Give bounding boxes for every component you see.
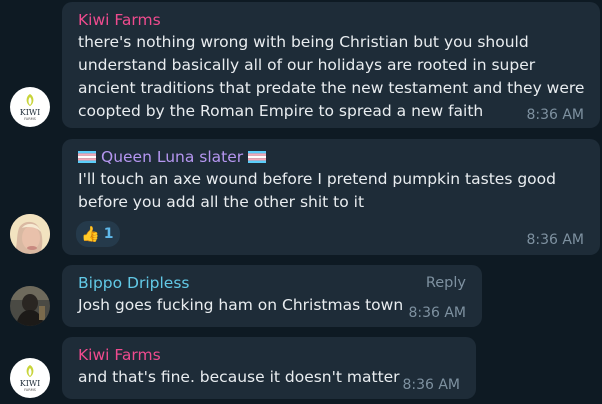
svg-text:KIWI: KIWI — [20, 108, 41, 117]
message-time: 8:36 AM — [526, 232, 584, 248]
reply-button[interactable]: Reply — [426, 274, 466, 292]
thumbs-up-icon: 👍 — [81, 225, 100, 243]
sender-name[interactable]: Queen Luna slater — [78, 146, 586, 168]
reaction-count: 1 — [103, 226, 114, 242]
sender-name[interactable]: Kiwi Farms — [78, 344, 462, 366]
sender-name[interactable]: Kiwi Farms — [78, 9, 586, 31]
svg-text:KIWI: KIWI — [20, 379, 41, 388]
svg-text:FARMS: FARMS — [24, 117, 37, 121]
message-bubble[interactable]: Kiwi Farms there's nothing wrong with be… — [62, 2, 600, 128]
message-time: 8:36 AM — [402, 377, 460, 393]
trans-flag-icon — [78, 151, 96, 163]
message-time: 8:36 AM — [408, 305, 466, 321]
kiwi-farms-logo-icon: KIWI FARMS — [20, 365, 41, 392]
sender-name[interactable]: Bippo Dripless — [78, 272, 468, 294]
reaction-thumbs-up[interactable]: 👍 1 — [76, 221, 121, 247]
user-photo-icon — [10, 214, 50, 254]
message-bubble[interactable]: Kiwi Farms and that's fine. because it d… — [62, 337, 476, 399]
kiwi-farms-logo-icon: KIWI FARMS — [20, 94, 41, 121]
message-text: there's nothing wrong with being Christi… — [78, 33, 585, 120]
message-bubble[interactable]: Bippo Dripless Josh goes fucking ham on … — [62, 265, 482, 327]
message-text: I'll touch an axe wound before I pretend… — [78, 170, 556, 211]
message-time: 8:36 AM — [526, 107, 584, 123]
trans-flag-icon — [248, 151, 267, 163]
avatar-queen-luna[interactable] — [10, 214, 50, 254]
message-bubble[interactable]: Queen Luna slater I'll touch an axe woun… — [62, 139, 600, 255]
sender-name-text: Queen Luna slater — [101, 148, 244, 166]
avatar-kiwi-farms[interactable]: KIWI FARMS — [10, 87, 50, 127]
avatar-bippo-dripless[interactable] — [10, 286, 50, 326]
user-photo-icon — [10, 286, 50, 326]
svg-text:FARMS: FARMS — [24, 388, 37, 392]
avatar-kiwi-farms[interactable]: KIWI FARMS — [10, 358, 50, 398]
